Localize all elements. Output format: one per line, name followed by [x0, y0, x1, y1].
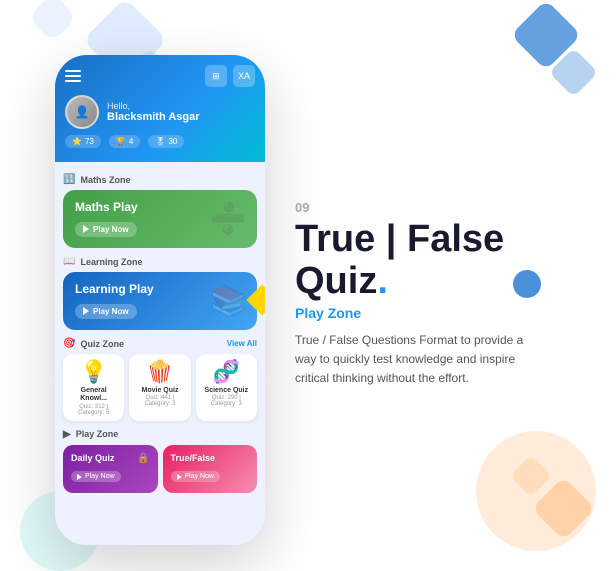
quiz-zone-label: 🎯 Quiz Zone View All	[63, 338, 257, 349]
quiz-card-movie[interactable]: 🍿 Movie Quiz Quiz: 441 | Category: 3	[129, 354, 190, 421]
play-zone-icon: ▶	[63, 429, 71, 440]
greeting-text: Hello,	[107, 101, 200, 111]
learning-bg-icon: 📚	[210, 284, 247, 319]
quiz-card-science[interactable]: 🧬 Science Quiz Quiz: 290 | Category: 3	[196, 354, 257, 421]
username-text: Blacksmith Asgar	[107, 111, 200, 123]
general-quiz-meta: Quiz: 312 | Category: 5	[68, 404, 119, 416]
daily-play-label: Play Now	[85, 473, 115, 480]
medal-value: 30	[168, 137, 177, 146]
bg-orange-blob	[476, 431, 596, 551]
step-number: 09	[295, 200, 585, 215]
learning-zone-icon: 📖	[63, 256, 75, 267]
top-bar: ⊞ XA	[65, 65, 255, 87]
stats-row: ⭐ 73 🏆 4 🎖 30	[65, 135, 255, 148]
title-dot: .	[377, 260, 388, 302]
header-icons: ⊞ XA	[205, 65, 255, 87]
trophy-value: 4	[129, 137, 133, 146]
maths-play-card[interactable]: Maths Play Play Now ➗	[63, 190, 257, 248]
maths-bg-icon: ➗	[210, 202, 247, 237]
stat-trophy: 🏆 4	[109, 135, 140, 148]
movie-quiz-meta: Quiz: 441 | Category: 3	[134, 395, 185, 407]
view-all-btn[interactable]: View All	[227, 339, 257, 348]
user-info: Hello, Blacksmith Asgar	[107, 101, 200, 123]
subtitle-text: Play Zone	[295, 305, 585, 321]
maths-play-btn[interactable]: Play Now	[75, 222, 137, 237]
general-quiz-name: General Knowl...	[68, 387, 119, 404]
stars-value: 73	[85, 137, 94, 146]
main-title: True | False Quiz.	[295, 219, 585, 303]
play-zone-label: ▶ Play Zone	[63, 429, 257, 440]
learning-play-icon	[83, 307, 89, 315]
play-zone-text: Play Zone	[76, 429, 119, 439]
lock-icon: 🔒	[137, 453, 149, 464]
maths-play-icon	[83, 225, 89, 233]
science-quiz-meta: Quiz: 290 | Category: 3	[201, 395, 252, 407]
hamburger-menu[interactable]	[65, 70, 81, 82]
title-line2: Quiz	[295, 260, 377, 302]
learning-play-btn[interactable]: Play Now	[75, 304, 137, 319]
phone-mockup: ⊞ XA 👤 Hello, Blacksmith Asgar ⭐ 73	[55, 55, 265, 545]
general-quiz-icon: 💡	[68, 359, 119, 385]
learning-play-label: Play Now	[93, 307, 129, 316]
maths-zone-text: Maths Zone	[80, 175, 130, 185]
avatar: 👤	[65, 95, 99, 129]
description-text: True / False Questions Format to provide…	[295, 331, 545, 389]
true-false-play-icon	[177, 474, 182, 480]
movie-quiz-name: Movie Quiz	[134, 387, 185, 395]
translate-icon[interactable]: XA	[233, 65, 255, 87]
learning-play-card[interactable]: Learning Play Play Now 📚	[63, 272, 257, 330]
bg-diamond-3	[28, 0, 77, 42]
phone-content: 🔢 Maths Zone Maths Play Play Now ➗ 📖 Lea…	[55, 162, 265, 545]
daily-play-icon	[77, 474, 82, 480]
quiz-card-general[interactable]: 💡 General Knowl... Quiz: 312 | Category:…	[63, 354, 124, 421]
daily-quiz-play-btn[interactable]: Play Now	[71, 471, 121, 482]
phone-screen: ⊞ XA 👤 Hello, Blacksmith Asgar ⭐ 73	[55, 55, 265, 545]
true-false-play-btn[interactable]: Play Now	[171, 471, 221, 482]
medal-icon: 🎖	[155, 137, 165, 146]
maths-play-label: Play Now	[93, 225, 129, 234]
true-false-play-label: Play Now	[185, 473, 215, 480]
stat-stars: ⭐ 73	[65, 135, 101, 148]
learning-zone-text: Learning Zone	[80, 257, 142, 267]
phone-header: ⊞ XA 👤 Hello, Blacksmith Asgar ⭐ 73	[55, 55, 265, 162]
screenshot-icon[interactable]: ⊞	[205, 65, 227, 87]
true-false-card[interactable]: True/False Play Now	[163, 445, 258, 493]
stat-medal: 🎖 30	[148, 135, 184, 148]
true-false-title: True/False	[171, 453, 250, 463]
daily-quiz-card[interactable]: Daily Quiz Play Now 🔒	[63, 445, 158, 493]
movie-quiz-icon: 🍿	[134, 359, 185, 385]
quiz-zone-icon: 🎯	[63, 338, 75, 349]
title-line1: True | False	[295, 218, 504, 260]
science-quiz-name: Science Quiz	[201, 387, 252, 395]
trophy-icon: 🏆	[116, 137, 126, 146]
quiz-row: 💡 General Knowl... Quiz: 312 | Category:…	[63, 354, 257, 421]
play-zone-row: Daily Quiz Play Now 🔒 True/False Play No…	[63, 445, 257, 493]
quiz-zone-text: Quiz Zone	[80, 339, 124, 349]
user-row: 👤 Hello, Blacksmith Asgar	[65, 95, 255, 129]
right-panel: 09 True | False Quiz. Play Zone True / F…	[295, 200, 585, 388]
science-quiz-icon: 🧬	[201, 359, 252, 385]
learning-zone-label: 📖 Learning Zone	[63, 256, 257, 267]
maths-zone-icon: 🔢	[63, 174, 75, 185]
maths-zone-label: 🔢 Maths Zone	[63, 174, 257, 185]
star-icon: ⭐	[72, 137, 82, 146]
phone-body: ⊞ XA 👤 Hello, Blacksmith Asgar ⭐ 73	[55, 55, 265, 545]
